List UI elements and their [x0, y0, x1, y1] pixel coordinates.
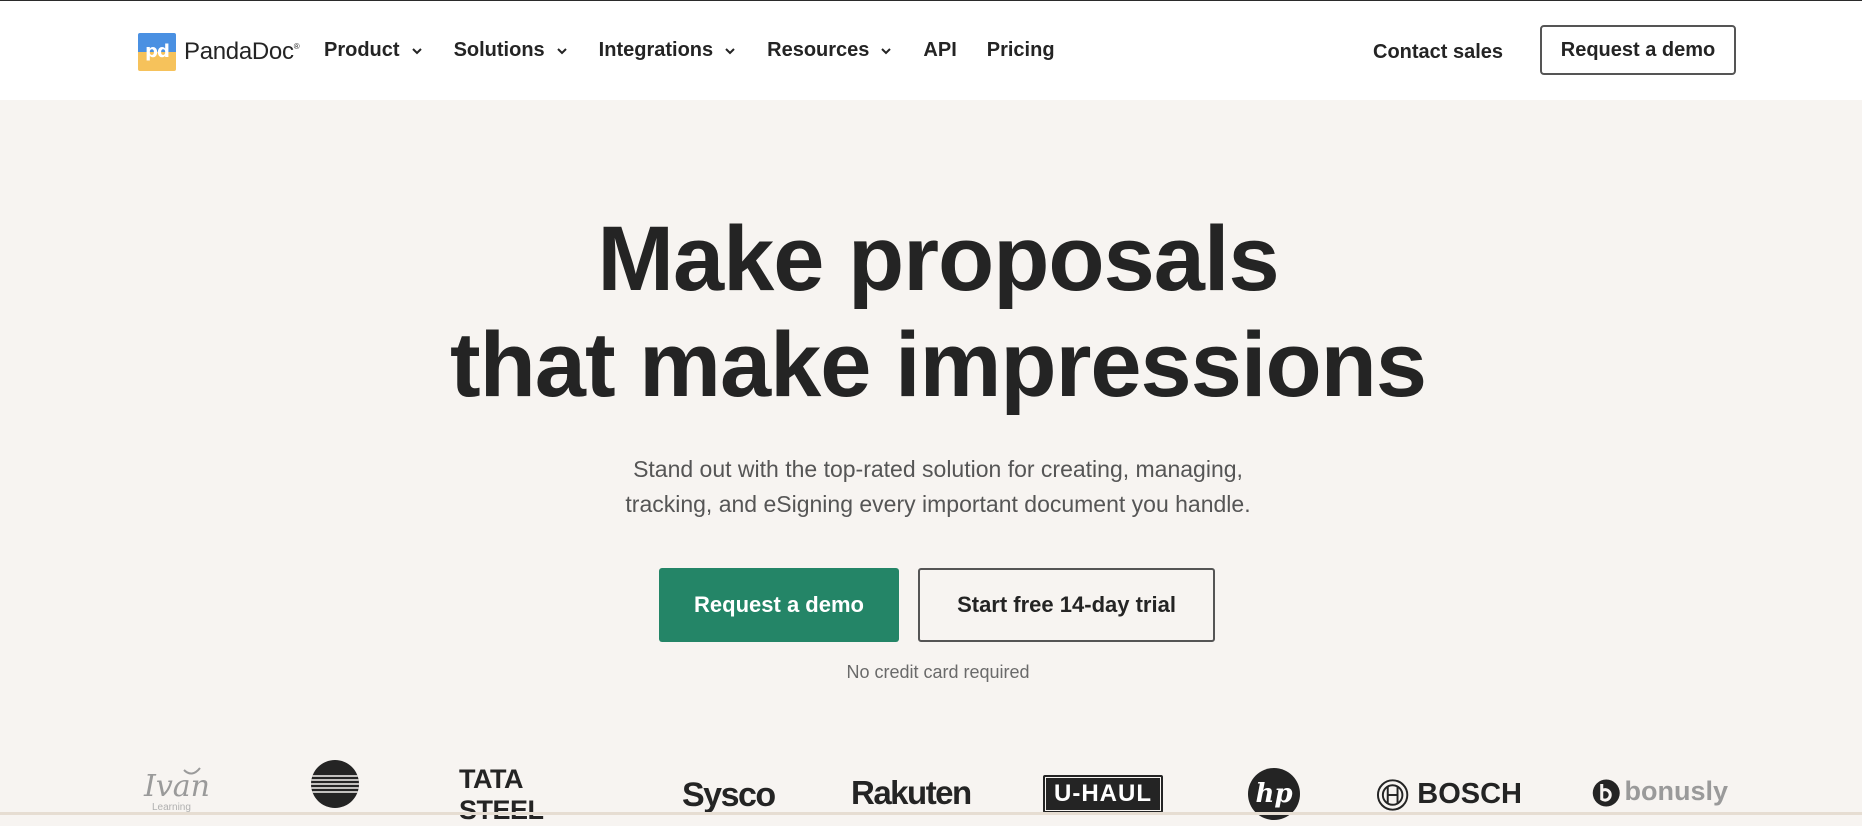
nav-item-resources[interactable]: Resources [767, 39, 893, 62]
pandadoc-logo-icon: pd [138, 33, 176, 71]
subtext-line-2: tracking, and eSigning every important d… [625, 491, 1251, 517]
headline-line-1: Make proposals [597, 208, 1279, 310]
logo-wordmark: PandaDoc® [184, 38, 300, 66]
tata-steel-logo: TATA STEEL [459, 756, 611, 825]
tata-steel-logo-text: TATA STEEL [459, 763, 544, 825]
chevron-down-icon [411, 47, 422, 54]
nav-item-integrations[interactable]: Integrations [599, 39, 737, 62]
hp-logo-text: hp [1255, 778, 1293, 809]
globe-logo [309, 756, 361, 815]
contact-sales-link[interactable]: Contact sales [1373, 41, 1503, 64]
chevron-down-icon [725, 47, 735, 54]
ivan-logo-text: Ivan [143, 769, 210, 804]
chevron-down-icon [556, 47, 567, 54]
sysco-logo: Sysco [682, 756, 778, 815]
bonusly-logo-text: bonusly [1624, 776, 1728, 806]
uhaul-logo: U-HAUL [1043, 756, 1175, 815]
sysco-logo-text: Sysco [682, 776, 776, 814]
hp-logo: hp [1248, 756, 1302, 820]
globe-logo-icon [311, 760, 359, 808]
pandadoc-logo[interactable]: pd PandaDoc® [138, 33, 300, 71]
rakuten-logo-text: Rakuten [851, 773, 972, 811]
logo-mark-text: pd [145, 41, 170, 62]
cta-row: Request a demo Start free 14-day trial [659, 568, 1215, 642]
no-credit-card-note: No credit card required [846, 662, 1030, 682]
nav-item-label: Solutions [453, 39, 545, 61]
main-nav: Product Solutions Integrations Resources… [324, 39, 1085, 62]
nav-item-label: Integrations [598, 39, 714, 61]
ivan-learning-logo-art: Ivan Learning [143, 767, 210, 813]
nav-item-pricing[interactable]: Pricing [987, 39, 1055, 62]
ivan-learning-logo: Ivan Learning [140, 756, 220, 815]
nav-item-product[interactable]: Product [324, 39, 424, 62]
nav-item-label: API [923, 39, 957, 61]
hero-headline: Make proposals that make impressions [0, 206, 1862, 418]
nav-item-api[interactable]: API [923, 39, 956, 62]
brand-name: PandaDoc [184, 38, 294, 65]
bosch-logo: BOSCH [1376, 756, 1522, 815]
start-trial-button[interactable]: Start free 14-day trial [918, 568, 1215, 642]
bonusly-logo: bonusly [1592, 756, 1728, 815]
nav-item-solutions[interactable]: Solutions [454, 39, 569, 62]
bosch-armature-icon [1376, 778, 1409, 811]
rakuten-logo: Rakuten [851, 756, 972, 815]
nav-item-label: Pricing [986, 39, 1055, 61]
chevron-down-icon [881, 47, 892, 54]
headline-line-2: that make impressions [449, 314, 1427, 416]
nav-item-label: Product [324, 39, 400, 61]
registered-mark: ® [293, 42, 300, 51]
hero-subtext: Stand out with the top-rated solution fo… [0, 452, 1862, 522]
nav-item-label: Resources [767, 39, 870, 61]
subtext-line-1: Stand out with the top-rated solution fo… [633, 456, 1243, 482]
client-logos-strip: Ivan Learning TATA STEEL Sysco Rakuten U… [0, 756, 1862, 825]
bonusly-b-icon [1592, 779, 1620, 806]
uhaul-logo-text: U-HAUL [1046, 777, 1160, 810]
header-request-demo-button[interactable]: Request a demo [1540, 25, 1736, 75]
bosch-logo-text: BOSCH [1417, 778, 1522, 810]
site-header: pd PandaDoc® Product Solutions Integrati… [0, 1, 1862, 100]
request-demo-button[interactable]: Request a demo [659, 568, 899, 642]
